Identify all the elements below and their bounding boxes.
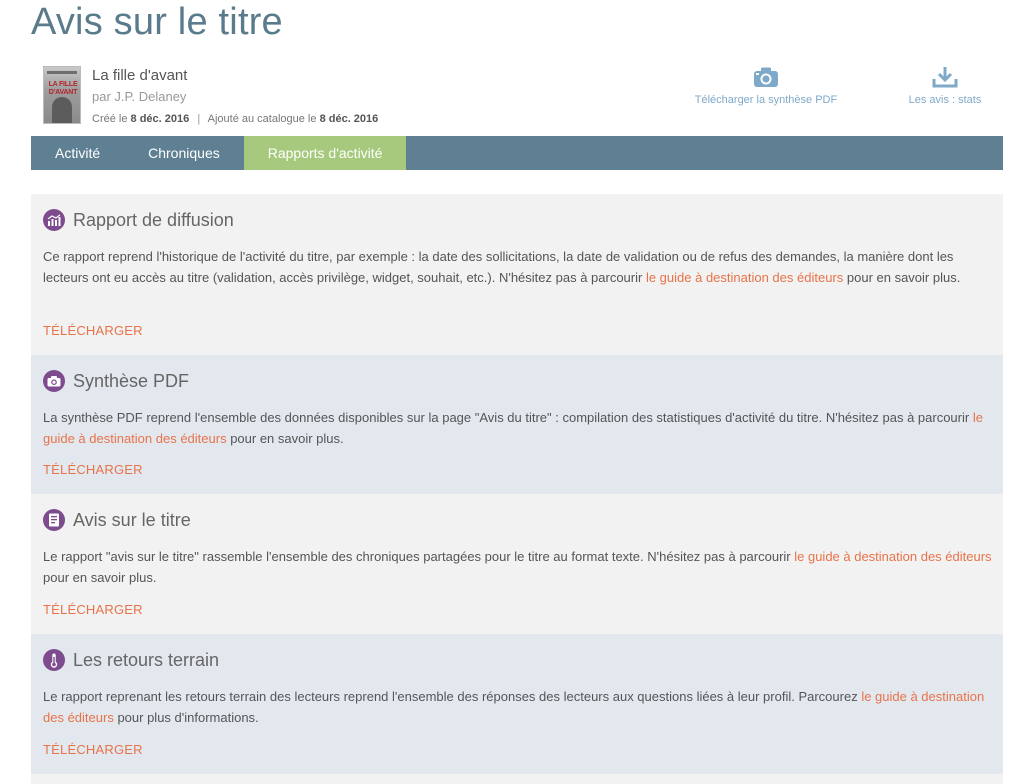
download-link[interactable]: TÉLÉCHARGER — [43, 602, 143, 617]
download-link[interactable]: TÉLÉCHARGER — [43, 462, 143, 477]
added-date: 8 déc. 2016 — [319, 113, 379, 125]
document-icon — [43, 509, 65, 531]
download-pdf-summary-button[interactable]: Télécharger la synthèse PDF — [681, 66, 851, 106]
section-description: Le rapport reprenant les retours terrain… — [43, 689, 985, 725]
stats-download-button[interactable]: Les avis : stats — [891, 66, 999, 106]
section-next-partial — [31, 774, 1003, 784]
download-link[interactable]: TÉLÉCHARGER — [43, 742, 143, 757]
publisher-guide-link[interactable]: le guide à destination des éditeurs — [794, 549, 991, 564]
section-rapport-diffusion: Rapport de diffusion Ce rapport reprend … — [31, 194, 1003, 355]
section-description: La synthèse PDF reprend l'ensemble des d… — [43, 410, 983, 446]
book-dates: Créé le 8 déc. 2016 | Ajouté au catalogu… — [92, 113, 378, 125]
section-title: Rapport de diffusion — [73, 209, 234, 230]
section-description: Ce rapport reprend l'historique de l'act… — [43, 249, 961, 285]
section-title: Synthèse PDF — [73, 370, 190, 391]
section-title: Avis sur le titre — [73, 509, 191, 530]
section-description: Le rapport "avis sur le titre" rassemble… — [43, 549, 992, 585]
created-label: Créé le — [92, 113, 128, 125]
download-pdf-summary-label: Télécharger la synthèse PDF — [694, 94, 838, 106]
section-avis-titre: Avis sur le titre Le rapport "avis sur l… — [31, 494, 1003, 634]
publisher-guide-link[interactable]: le guide à destination des éditeurs — [646, 270, 843, 285]
camera-icon — [43, 370, 65, 392]
section-synthese-pdf: Synthèse PDF La synthèse PDF reprend l'e… — [31, 355, 1003, 494]
chart-icon — [43, 209, 65, 231]
created-date: 8 déc. 2016 — [130, 113, 190, 125]
tab-bar: Activité Chroniques Rapports d'activité — [31, 136, 1003, 170]
page-title: Avis sur le titre — [31, 1, 283, 43]
book-cover-title: LA FILLE D'AVANT — [48, 81, 78, 96]
download-link[interactable]: TÉLÉCHARGER — [43, 323, 143, 338]
tab-activite[interactable]: Activité — [31, 136, 124, 170]
camera-icon — [754, 67, 778, 87]
book-title[interactable]: La fille d'avant — [92, 67, 187, 84]
download-icon — [932, 67, 958, 88]
added-label: Ajouté au catalogue le — [207, 113, 317, 125]
stats-label: Les avis : stats — [908, 94, 982, 106]
book-header: LA FILLE D'AVANT La fille d'avant par J.… — [31, 62, 1003, 130]
date-separator: | — [197, 113, 201, 125]
tab-rapports-activite[interactable]: Rapports d'activité — [243, 136, 407, 170]
section-title: Les retours terrain — [73, 649, 220, 670]
book-author: par J.P. Delaney — [92, 89, 187, 104]
book-cover[interactable]: LA FILLE D'AVANT — [43, 66, 81, 124]
section-retours-terrain: Les retours terrain Le rapport reprenant… — [31, 634, 1003, 774]
thermometer-icon — [43, 649, 65, 671]
tab-chroniques[interactable]: Chroniques — [124, 136, 244, 170]
